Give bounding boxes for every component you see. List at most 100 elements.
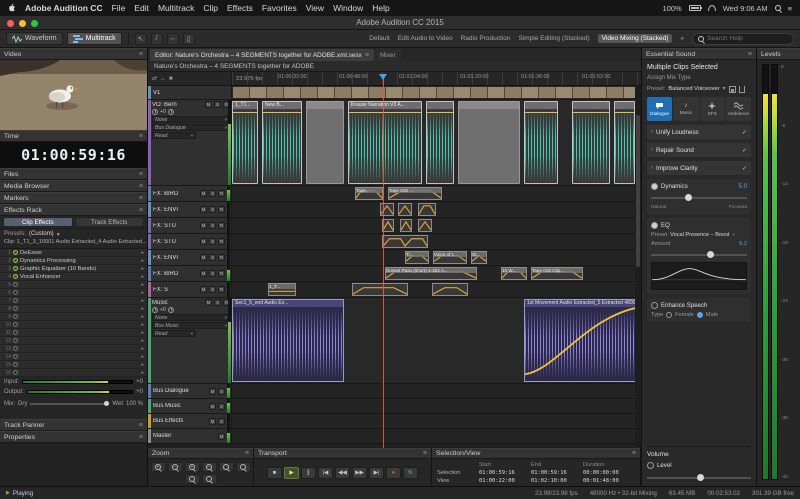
effect-power-icon[interactable] bbox=[13, 258, 18, 263]
track-header[interactable]: FX: STU M S R bbox=[148, 218, 232, 234]
track-header[interactable]: FX: BIRD M S R bbox=[148, 266, 232, 282]
scrollbar-thumb[interactable] bbox=[636, 115, 640, 267]
solo-button[interactable]: S bbox=[209, 270, 216, 277]
video-track-lane[interactable] bbox=[232, 86, 641, 100]
tab-track-effects[interactable]: Track Effects bbox=[75, 217, 145, 227]
dynamics-value[interactable]: 5.0 bbox=[739, 183, 747, 190]
audio-clip[interactable]: 16 W... bbox=[501, 267, 527, 280]
audio-clip[interactable] bbox=[400, 219, 412, 232]
effect-power-icon[interactable] bbox=[13, 266, 18, 271]
move-to-end-button[interactable]: ▶| bbox=[369, 467, 384, 479]
mute-button[interactable]: M bbox=[209, 418, 216, 425]
arm-record-button[interactable]: R bbox=[218, 270, 225, 277]
move-tool-icon[interactable]: ↖ bbox=[135, 33, 147, 45]
track-lane[interactable] bbox=[232, 218, 641, 234]
solo-button[interactable]: S bbox=[209, 254, 216, 261]
mute-button[interactable]: M bbox=[205, 101, 212, 108]
menu-item-file[interactable]: File bbox=[112, 3, 126, 13]
audio-clip[interactable]: Ti... bbox=[405, 251, 429, 264]
menu-item-help[interactable]: Help bbox=[372, 3, 389, 13]
files-panel-tab[interactable]: Files≡ bbox=[0, 168, 147, 180]
effects-rack-panel-tab[interactable]: Effects Rack≡ bbox=[0, 204, 147, 216]
menu-item-effects[interactable]: Effects bbox=[227, 3, 253, 13]
effect-slot[interactable]: 14▸ bbox=[0, 353, 147, 361]
track-header-bus[interactable]: Bus Music M S bbox=[148, 399, 232, 414]
essential-preset-select[interactable]: Balanced Voiceover bbox=[668, 86, 719, 92]
workspace-default[interactable]: Default bbox=[369, 35, 390, 42]
close-window-button[interactable] bbox=[7, 20, 14, 27]
effect-power-icon[interactable] bbox=[13, 306, 18, 311]
effect-power-icon[interactable] bbox=[13, 322, 18, 327]
menu-item-multitrack[interactable]: Multitrack bbox=[158, 3, 194, 13]
effect-power-icon[interactable] bbox=[13, 250, 18, 255]
arm-record-button[interactable]: R bbox=[218, 286, 225, 293]
workspace-overflow-chevron[interactable]: » bbox=[680, 35, 684, 42]
track-lane[interactable] bbox=[232, 202, 641, 218]
audio-clip[interactable] bbox=[524, 101, 558, 184]
menu-item-clip[interactable]: Clip bbox=[203, 3, 218, 13]
dynamics-slider[interactable] bbox=[651, 193, 747, 202]
mixer-tab[interactable]: Mixer bbox=[375, 49, 401, 61]
effect-slot[interactable]: 8▸ bbox=[0, 305, 147, 313]
panel-menu-icon[interactable]: ≡ bbox=[139, 51, 143, 58]
track-input-select[interactable]: None▾ bbox=[152, 116, 230, 123]
eq-curve-graph[interactable] bbox=[651, 262, 747, 290]
solo-button[interactable]: S bbox=[218, 418, 225, 425]
music-clip[interactable]: 1st Movement Audio Extracted_5 Extracted… bbox=[524, 299, 636, 382]
panel-menu-icon[interactable]: ≡ bbox=[139, 171, 143, 178]
track-header-vo[interactable]: VO: Bern M S R +0 None▾ Bus Dialogue▾ Re… bbox=[148, 100, 232, 186]
track-output-select[interactable]: Bus Dialogue▾ bbox=[152, 124, 230, 131]
panel-menu-icon[interactable]: ≡ bbox=[748, 51, 752, 58]
audio-clip[interactable]: Tape 018 Clip... bbox=[531, 267, 583, 280]
effect-slot[interactable]: 2Dynamics Processing▸ bbox=[0, 257, 147, 265]
volume-knob[interactable] bbox=[152, 307, 158, 313]
mix-type-music[interactable]: ♪ Music bbox=[673, 97, 698, 121]
panel-menu-icon[interactable]: ≡ bbox=[139, 195, 143, 202]
track-header-master[interactable]: Master M bbox=[148, 429, 232, 444]
menu-item-view[interactable]: View bbox=[306, 3, 324, 13]
dynamics-toggle[interactable] bbox=[651, 183, 658, 190]
mute-button[interactable]: M bbox=[200, 190, 207, 197]
effect-power-icon[interactable] bbox=[13, 354, 18, 359]
track-lane[interactable]: Tape... Tape 018 ... bbox=[232, 186, 641, 202]
menu-item-appname[interactable]: Adobe Audition CC bbox=[25, 3, 103, 13]
section-improve-clarity[interactable]: ›Improve Clarity✓ bbox=[647, 161, 751, 175]
marker-icon[interactable]: ■ bbox=[169, 76, 173, 82]
arm-record-button[interactable]: R bbox=[218, 254, 225, 261]
tab-clip-effects[interactable]: Clip Effects bbox=[3, 217, 73, 227]
video-track-header[interactable]: V1 bbox=[148, 86, 232, 100]
mix-slider[interactable] bbox=[30, 403, 109, 405]
level-slider[interactable] bbox=[647, 473, 751, 482]
effect-slot[interactable]: 12▸ bbox=[0, 337, 147, 345]
workspace-edit-audio-to-video[interactable]: Edit Audio to Video bbox=[398, 35, 453, 42]
section-unify-loudness[interactable]: ›Unify Loudness✓ bbox=[647, 125, 751, 139]
workspace-video-mixing[interactable]: Video Mixing (Stacked) bbox=[598, 34, 673, 43]
track-lane[interactable] bbox=[232, 234, 641, 250]
pan-knob[interactable] bbox=[168, 307, 174, 313]
audio-clip[interactable]: St... bbox=[471, 251, 487, 264]
view-duration[interactable]: 00:01:48:00 bbox=[583, 478, 635, 484]
view-start[interactable]: 01:00:22:00 bbox=[479, 478, 531, 484]
track-lane-music[interactable]: Sec1_5_end Audio Ex... 1st Movement Audi… bbox=[232, 298, 641, 384]
transport-panel-tab[interactable]: Transport≡ bbox=[254, 448, 431, 459]
effect-slot[interactable]: 1DeEsser▸ bbox=[0, 249, 147, 257]
zoom-to-selection-button[interactable] bbox=[185, 474, 200, 484]
ruler-ticks[interactable]: 01:00:32:00 01:00:48:00 01:01:04:00 01:0… bbox=[232, 72, 641, 85]
track-header-music[interactable]: Music M S R +0 None▾ Bus Music▾ Read▾ bbox=[148, 298, 232, 384]
pause-button[interactable]: ∥ bbox=[301, 467, 316, 479]
eq-amount-value[interactable]: 6.2 bbox=[739, 241, 747, 247]
effect-slot[interactable]: 3Graphic Equalizer (10 Bands)▸ bbox=[0, 265, 147, 273]
effect-slot[interactable]: 6▸ bbox=[0, 289, 147, 297]
track-lane-vo[interactable]: 1_T1... New B... Krause Narration V3 A..… bbox=[232, 100, 641, 186]
solo-button[interactable]: S bbox=[214, 101, 221, 108]
mix-type-ambience[interactable]: Ambience bbox=[726, 97, 751, 121]
media-browser-panel-tab[interactable]: Media Browser≡ bbox=[0, 180, 147, 192]
time-selection-tool-icon[interactable]: ▯ bbox=[183, 33, 195, 45]
zoom-to-out-point-button[interactable] bbox=[236, 462, 251, 472]
track-input-select[interactable]: None▾ bbox=[152, 314, 230, 321]
mute-button[interactable]: M bbox=[200, 206, 207, 213]
panel-menu-icon[interactable]: ≡ bbox=[632, 450, 636, 457]
audio-clip[interactable] bbox=[418, 219, 432, 232]
levels-panel-tab[interactable]: Levels bbox=[757, 48, 800, 60]
audio-clip[interactable]: New B... bbox=[262, 101, 302, 184]
